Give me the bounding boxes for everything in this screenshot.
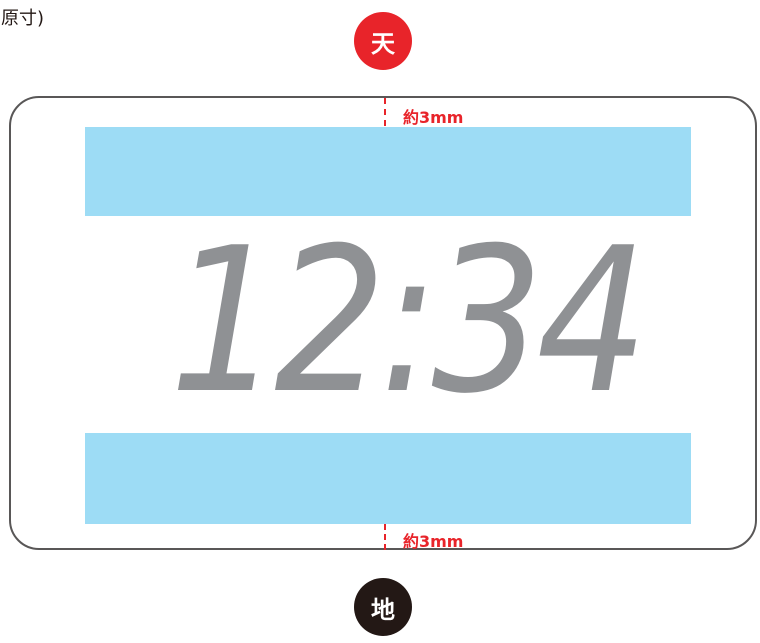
bottom-margin-indicator: [384, 524, 386, 550]
diagram-page: (原寸) 天 約3mm 約3mm 12:34 地: [0, 0, 760, 643]
bottom-band: [85, 433, 691, 524]
top-margin-indicator: [384, 98, 386, 126]
top-margin-label: 約3mm: [403, 108, 464, 127]
bottom-margin-label: 約3mm: [403, 532, 464, 551]
top-band: [85, 127, 691, 216]
clock-time: 12:34: [169, 205, 648, 438]
top-badge: 天: [354, 12, 412, 70]
size-caption: (原寸): [0, 8, 45, 29]
bottom-badge: 地: [354, 578, 412, 636]
